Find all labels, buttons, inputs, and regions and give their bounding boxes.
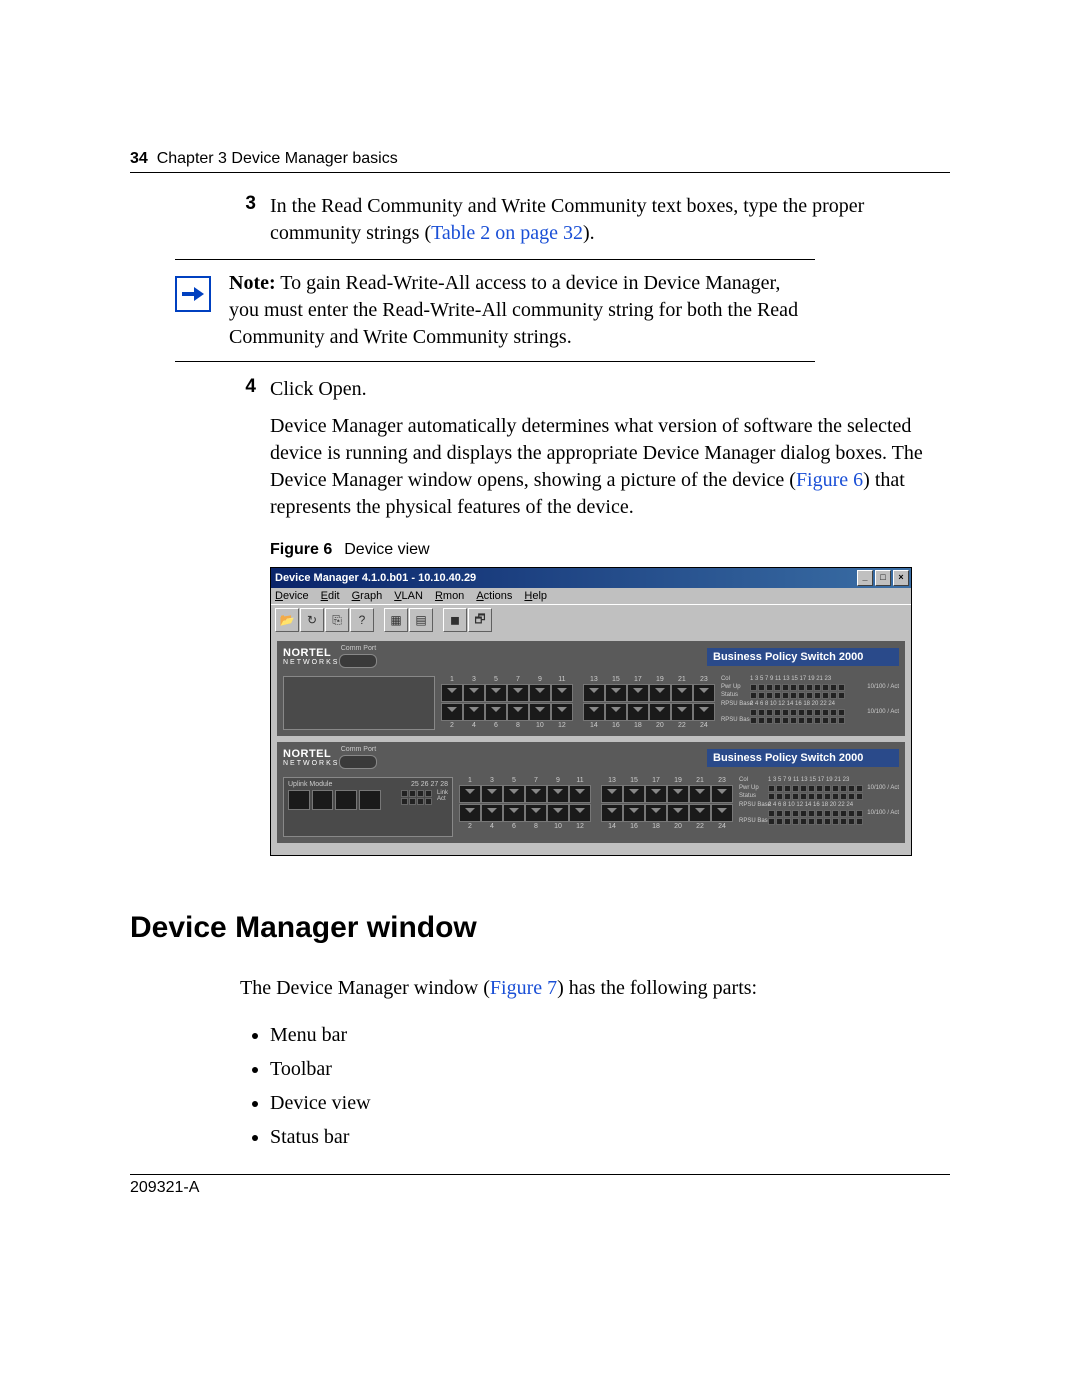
footer-rule <box>130 1174 950 1175</box>
port-row-top <box>441 684 715 702</box>
note-text: To gain Read-Write-All access to a devic… <box>229 272 798 348</box>
section-paragraph: The Device Manager window (Figure 7) has… <box>240 975 950 1002</box>
led-status-panel: Col1 3 5 7 9 11 13 15 17 19 21 23 Pwr Up… <box>739 777 899 826</box>
device-panel-1: NORTEL NETWORKS Comm Port Business Polic… <box>277 641 905 736</box>
list-item: Status bar <box>270 1120 950 1154</box>
page-number: 34 <box>130 150 148 167</box>
toolbar-btn-8[interactable]: 🗗 <box>468 608 492 632</box>
model-label: Business Policy Switch 2000 <box>707 749 899 767</box>
uplink-port[interactable] <box>288 790 310 810</box>
brand-logo: NORTEL NETWORKS <box>283 748 339 767</box>
step-paragraph: Device Manager automatically determines … <box>270 413 950 521</box>
figure-caption: Figure 6Device view <box>270 541 950 559</box>
close-button[interactable]: × <box>893 570 909 586</box>
toolbar-open-icon[interactable]: 📂 <box>275 608 299 632</box>
menu-actions[interactable]: Actions <box>476 590 512 602</box>
port-numbers-bottom: 24681012141618202224 <box>441 722 715 729</box>
parts-list: Menu bar Toolbar Device view Status bar <box>240 1018 950 1154</box>
table-link[interactable]: Table 2 on page 32 <box>431 222 583 244</box>
menu-device[interactable]: Device <box>275 590 309 602</box>
toolbar-refresh-icon[interactable]: ↻ <box>300 608 324 632</box>
device-panel-2: NORTEL NETWORKS Comm Port Business Polic… <box>277 742 905 843</box>
model-label: Business Policy Switch 2000 <box>707 648 899 666</box>
toolbar: 📂 ↻ ⎘ ? ▦ ▤ ◼ 🗗 <box>271 604 911 635</box>
page-header: 34 Chapter 3 Device Manager basics <box>130 150 950 168</box>
brand-logo: NORTEL NETWORKS <box>283 647 339 666</box>
menu-bar: Device Edit Graph VLAN Rmon Actions Help <box>271 588 911 604</box>
menu-edit[interactable]: Edit <box>321 590 340 602</box>
figure-link[interactable]: Figure 6 <box>796 469 863 491</box>
toolbar-btn-6[interactable]: ▤ <box>409 608 433 632</box>
menu-help[interactable]: Help <box>524 590 547 602</box>
footer-docid: 209321-A <box>130 1179 950 1197</box>
step-3: 3 In the Read Community and Write Commun… <box>240 193 950 247</box>
port-grid: 1357911131517192123 24681012141618202224 <box>441 676 715 729</box>
module-slot-empty <box>283 676 435 730</box>
header-rule <box>130 172 950 173</box>
step-4: 4 Click Open. Device Manager automatical… <box>240 376 950 521</box>
list-item: Device view <box>270 1086 950 1120</box>
led-status-panel: Col1 3 5 7 9 11 13 15 17 19 21 23 Pwr Up… <box>721 676 899 725</box>
note-rule-bottom <box>175 361 815 362</box>
port[interactable] <box>441 684 463 702</box>
uplink-module: Uplink Module25 26 27 28 LinkAct <box>283 777 453 837</box>
chapter-label: Chapter 3 Device Manager basics <box>157 150 398 167</box>
port-row-bottom <box>441 703 715 721</box>
device-view: NORTEL NETWORKS Comm Port Business Polic… <box>271 635 911 855</box>
comm-port: Comm Port <box>339 746 377 769</box>
menu-graph[interactable]: Graph <box>352 590 383 602</box>
step-line: Click Open. <box>270 376 950 403</box>
window-title: Device Manager 4.1.0.b01 - 10.10.40.29 <box>275 572 476 584</box>
figure7-link[interactable]: Figure 7 <box>490 977 557 999</box>
toolbar-help-icon[interactable]: ? <box>350 608 374 632</box>
window-titlebar: Device Manager 4.1.0.b01 - 10.10.40.29 _… <box>271 568 911 588</box>
step-number: 4 <box>240 376 256 521</box>
toolbar-btn-5[interactable]: ▦ <box>384 608 408 632</box>
note-block: Note: To gain Read-Write-All access to a… <box>175 259 815 362</box>
device-manager-window: Device Manager 4.1.0.b01 - 10.10.40.29 _… <box>270 567 912 856</box>
port-numbers-top: 1357911131517192123 <box>441 676 715 683</box>
menu-rmon[interactable]: Rmon <box>435 590 464 602</box>
comm-port: Comm Port <box>339 645 377 668</box>
section-heading: Device Manager window <box>130 911 950 945</box>
step-text: In the Read Community and Write Communit… <box>270 193 950 247</box>
maximize-button[interactable]: □ <box>875 570 891 586</box>
minimize-button[interactable]: _ <box>857 570 873 586</box>
port-grid: 1357911131517192123 24681012141618202224 <box>459 777 733 830</box>
step-number: 3 <box>240 193 256 247</box>
list-item: Menu bar <box>270 1018 950 1052</box>
menu-vlan[interactable]: VLAN <box>394 590 423 602</box>
toolbar-btn-7[interactable]: ◼ <box>443 608 467 632</box>
note-arrow-icon <box>175 276 211 312</box>
toolbar-trap-icon[interactable]: ⎘ <box>325 608 349 632</box>
list-item: Toolbar <box>270 1052 950 1086</box>
note-label: Note: <box>229 272 276 294</box>
